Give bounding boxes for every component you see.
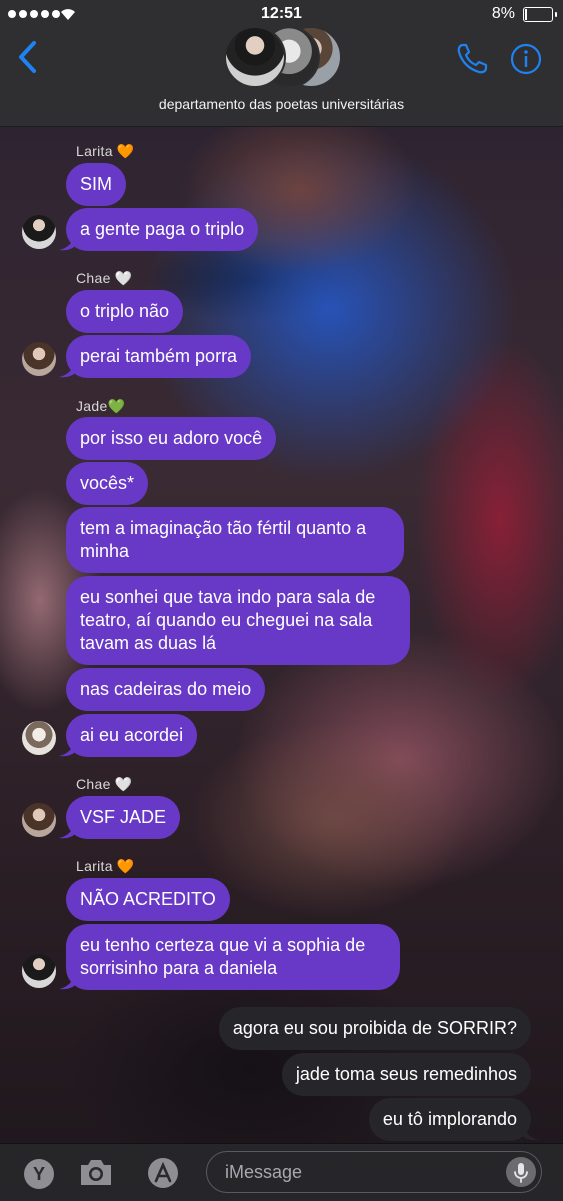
avatar[interactable]	[22, 721, 56, 755]
clock: 12:51	[261, 5, 302, 22]
avatar[interactable]	[22, 803, 56, 837]
bubble-tail	[59, 743, 75, 757]
sender-name: Chae 🤍	[76, 776, 133, 792]
message-bubble[interactable]: nas cadeiras do meio	[66, 668, 266, 711]
message-bubble[interactable]: tem a imaginação tão fértil quanto a min…	[66, 507, 404, 573]
conversation-header: departamento das poetas universitárias	[0, 26, 563, 127]
sender-name: Chae 🤍	[76, 270, 133, 286]
info-icon[interactable]	[509, 42, 543, 76]
app-drawer-button[interactable]: Y	[24, 1159, 54, 1189]
bubble-tail	[59, 364, 75, 378]
battery-percentage: 8%	[491, 5, 515, 22]
bubble-tail	[523, 1127, 539, 1141]
battery-icon	[523, 7, 557, 22]
app-store-icon[interactable]	[141, 1156, 185, 1190]
message-bubble[interactable]: SIM	[66, 163, 127, 206]
avatar	[224, 26, 286, 88]
bubble-tail	[59, 825, 75, 839]
message-bubble-outgoing[interactable]: eu tô implorando	[368, 1098, 531, 1141]
message-bubble[interactable]: o triplo não	[66, 290, 184, 333]
message-bubble[interactable]: VSF JADE	[66, 796, 181, 839]
avatar[interactable]	[22, 954, 56, 988]
group-name[interactable]: departamento das poetas universitárias	[0, 96, 563, 112]
message-bubble[interactable]: NÃO ACREDITO	[66, 878, 230, 921]
group-avatars[interactable]	[222, 26, 342, 88]
avatar[interactable]	[22, 342, 56, 376]
message-bubble[interactable]: ai eu acordei	[66, 714, 198, 757]
bubble-tail	[59, 976, 75, 990]
message-bubble[interactable]: por isso eu adoro você	[66, 417, 277, 460]
camera-icon[interactable]	[78, 1156, 114, 1188]
message-bubble[interactable]: perai também porra	[66, 335, 252, 378]
message-bubble[interactable]: vocês*	[66, 462, 149, 505]
chevron-left-icon[interactable]	[16, 40, 38, 74]
message-bubble[interactable]: eu tenho certeza que vi a sophia de sorr…	[66, 924, 400, 990]
message-bubble[interactable]: a gente paga o triplo	[66, 208, 259, 251]
microphone-icon[interactable]	[506, 1157, 536, 1187]
bubble-tail	[59, 237, 75, 251]
sender-name: Larita 🧡	[76, 143, 135, 159]
status-bar: 12:51 8%	[0, 0, 563, 28]
message-bubble[interactable]: eu sonhei que tava indo para sala de tea…	[66, 576, 410, 665]
message-input-bar: Y	[0, 1143, 563, 1201]
message-bubble-outgoing[interactable]: agora eu sou proibida de SORRIR?	[218, 1007, 531, 1050]
message-bubble-outgoing[interactable]: jade toma seus remedinhos	[281, 1053, 531, 1096]
avatar[interactable]	[22, 215, 56, 249]
sender-name: Larita 🧡	[76, 858, 135, 874]
phone-icon[interactable]	[455, 42, 489, 76]
message-input[interactable]	[206, 1151, 542, 1193]
sender-name: Jade💚	[76, 398, 126, 414]
